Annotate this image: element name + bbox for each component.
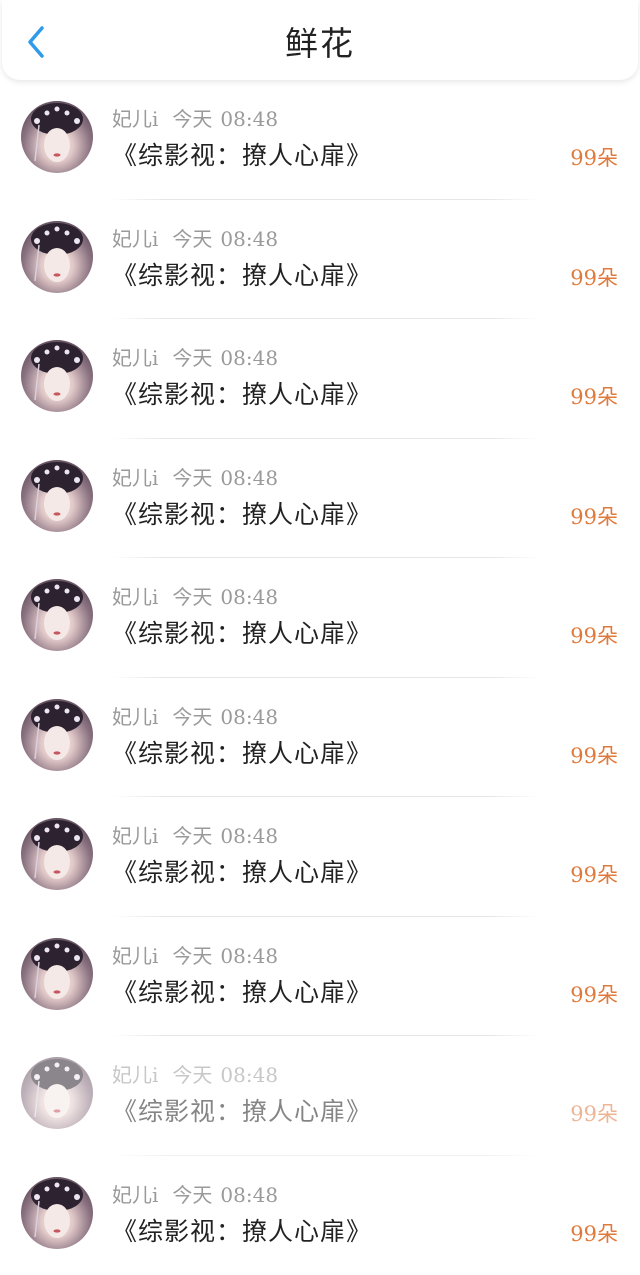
- book-title: 《综影视：撩人心扉》: [112, 1214, 372, 1250]
- username: 妃儿i: [112, 227, 158, 251]
- avatar[interactable]: [21, 579, 93, 651]
- item-meta: 妃儿i 今天 08:48: [112, 465, 278, 491]
- avatar[interactable]: [21, 818, 93, 890]
- item-meta: 妃儿i 今天 08:48: [112, 1062, 278, 1088]
- date-label: 今天: [172, 1183, 212, 1207]
- book-title: 《综影视：撩人心扉》: [112, 736, 372, 772]
- username: 妃儿i: [112, 585, 158, 609]
- date-label: 今天: [172, 944, 212, 968]
- item-meta: 妃儿i 今天 08:48: [112, 1182, 278, 1208]
- time-label: 08:48: [220, 1183, 278, 1207]
- book-title: 《综影视：撩人心扉》: [112, 138, 372, 174]
- time-label: 08:48: [220, 944, 278, 968]
- username: 妃儿i: [112, 705, 158, 729]
- time-label: 08:48: [220, 107, 278, 131]
- flower-count: 99朵: [570, 861, 618, 889]
- avatar[interactable]: [21, 1057, 93, 1129]
- list-item[interactable]: 妃儿i 今天 08:48 《综影视：撩人心扉》 99朵: [0, 80, 640, 200]
- book-title: 《综影视：撩人心扉》: [112, 497, 372, 533]
- book-title: 《综影视：撩人心扉》: [112, 975, 372, 1011]
- page-title: 鲜花: [2, 22, 638, 66]
- header-bar: 鲜花: [2, 0, 638, 80]
- list-item[interactable]: 妃儿i 今天 08:48 《综影视：撩人心扉》 99朵: [0, 1156, 640, 1275]
- flower-count: 99朵: [570, 622, 618, 650]
- list-item[interactable]: 妃儿i 今天 08:48 《综影视：撩人心扉》 99朵: [0, 319, 640, 439]
- date-label: 今天: [172, 466, 212, 490]
- item-meta: 妃儿i 今天 08:48: [112, 584, 278, 610]
- flower-count: 99朵: [570, 503, 618, 531]
- date-label: 今天: [172, 107, 212, 131]
- date-label: 今天: [172, 346, 212, 370]
- time-label: 08:48: [220, 1063, 278, 1087]
- time-label: 08:48: [220, 346, 278, 370]
- list-item[interactable]: 妃儿i 今天 08:48 《综影视：撩人心扉》 99朵: [0, 1036, 640, 1156]
- item-meta: 妃儿i 今天 08:48: [112, 943, 278, 969]
- date-label: 今天: [172, 1063, 212, 1087]
- time-label: 08:48: [220, 705, 278, 729]
- list-item[interactable]: 妃儿i 今天 08:48 《综影视：撩人心扉》 99朵: [0, 917, 640, 1037]
- username: 妃儿i: [112, 1183, 158, 1207]
- flower-count: 99朵: [570, 1220, 618, 1248]
- item-meta: 妃儿i 今天 08:48: [112, 226, 278, 252]
- avatar[interactable]: [21, 1177, 93, 1249]
- flower-count: 99朵: [570, 144, 618, 172]
- date-label: 今天: [172, 824, 212, 848]
- item-meta: 妃儿i 今天 08:48: [112, 345, 278, 371]
- date-label: 今天: [172, 227, 212, 251]
- username: 妃儿i: [112, 107, 158, 131]
- time-label: 08:48: [220, 824, 278, 848]
- list-item[interactable]: 妃儿i 今天 08:48 《综影视：撩人心扉》 99朵: [0, 678, 640, 798]
- flower-count: 99朵: [570, 981, 618, 1009]
- flower-count: 99朵: [570, 264, 618, 292]
- date-label: 今天: [172, 585, 212, 609]
- book-title: 《综影视：撩人心扉》: [112, 616, 372, 652]
- avatar[interactable]: [21, 340, 93, 412]
- avatar[interactable]: [21, 101, 93, 173]
- list-item[interactable]: 妃儿i 今天 08:48 《综影视：撩人心扉》 99朵: [0, 439, 640, 559]
- time-label: 08:48: [220, 466, 278, 490]
- username: 妃儿i: [112, 1063, 158, 1087]
- flower-list: 妃儿i 今天 08:48 《综影视：撩人心扉》 99朵 妃儿i 今天 08:48 《综影…: [0, 80, 640, 1275]
- flower-count: 99朵: [570, 742, 618, 770]
- date-label: 今天: [172, 705, 212, 729]
- flower-count: 99朵: [570, 383, 618, 411]
- book-title: 《综影视：撩人心扉》: [112, 377, 372, 413]
- avatar[interactable]: [21, 460, 93, 532]
- book-title: 《综影视：撩人心扉》: [112, 855, 372, 891]
- book-title: 《综影视：撩人心扉》: [112, 258, 372, 294]
- username: 妃儿i: [112, 466, 158, 490]
- item-meta: 妃儿i 今天 08:48: [112, 823, 278, 849]
- flower-count: 99朵: [570, 1100, 618, 1128]
- item-meta: 妃儿i 今天 08:48: [112, 106, 278, 132]
- avatar[interactable]: [21, 938, 93, 1010]
- list-item[interactable]: 妃儿i 今天 08:48 《综影视：撩人心扉》 99朵: [0, 797, 640, 917]
- list-item[interactable]: 妃儿i 今天 08:48 《综影视：撩人心扉》 99朵: [0, 558, 640, 678]
- time-label: 08:48: [220, 227, 278, 251]
- username: 妃儿i: [112, 824, 158, 848]
- username: 妃儿i: [112, 944, 158, 968]
- item-meta: 妃儿i 今天 08:48: [112, 704, 278, 730]
- avatar[interactable]: [21, 699, 93, 771]
- book-title: 《综影视：撩人心扉》: [112, 1094, 372, 1130]
- username: 妃儿i: [112, 346, 158, 370]
- time-label: 08:48: [220, 585, 278, 609]
- avatar[interactable]: [21, 221, 93, 293]
- list-item[interactable]: 妃儿i 今天 08:48 《综影视：撩人心扉》 99朵: [0, 200, 640, 320]
